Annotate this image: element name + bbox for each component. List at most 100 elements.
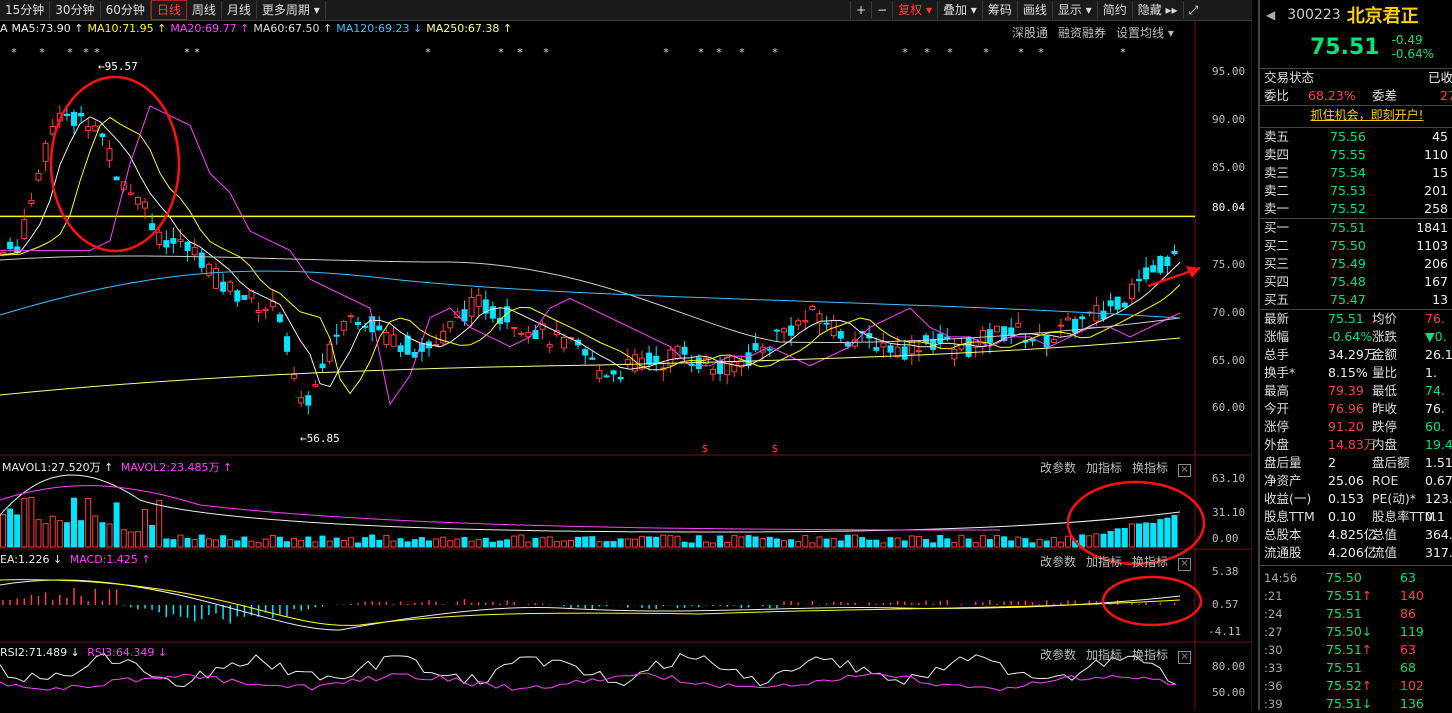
stat-row: 今开 76.96 昨收 76. <box>1260 400 1452 418</box>
candle-body <box>603 375 610 378</box>
dea-line <box>0 579 1181 626</box>
level-price: 75.51 <box>1330 220 1366 235</box>
level-label: 买二 <box>1264 238 1290 253</box>
candle-body <box>986 329 993 343</box>
candle-body <box>255 309 262 314</box>
candle-body <box>213 268 219 289</box>
volume-bar <box>149 524 156 548</box>
volume-bar <box>1171 514 1178 548</box>
stock-chart[interactable]: * * * * * * * * * * * * * * * * * * * * * * * $ $ <box>0 0 1252 710</box>
candle-body <box>1171 250 1178 255</box>
candle-body <box>312 384 319 387</box>
change-indicator-link[interactable]: 换指标 <box>1132 461 1168 475</box>
volume-bar <box>631 538 638 548</box>
candle-body <box>1157 255 1164 273</box>
close-icon[interactable]: × <box>1178 558 1192 571</box>
volume-axis-label: 63.10 <box>1212 472 1246 485</box>
tick-time: :30 <box>1264 643 1283 657</box>
level-price: 75.49 <box>1330 256 1366 271</box>
add-indicator-link[interactable]: 加指标 <box>1086 555 1122 569</box>
volume-bar <box>326 540 333 548</box>
candle-body <box>14 246 21 254</box>
tick-time: :36 <box>1264 679 1283 693</box>
level-price: 75.50 <box>1330 238 1366 253</box>
stat-value: 75.51 <box>1328 311 1364 326</box>
volume-bar <box>1015 536 1022 548</box>
level-price: 75.48 <box>1330 274 1366 289</box>
change-indicator-link[interactable]: 换指标 <box>1132 555 1168 569</box>
rsi2-line <box>0 652 1177 688</box>
edit-params-link[interactable]: 改参数 <box>1040 555 1076 569</box>
edit-params-link[interactable]: 改参数 <box>1040 461 1076 475</box>
volume-bar <box>802 535 809 548</box>
candle-body <box>752 343 759 351</box>
change-indicator-link[interactable]: 换指标 <box>1132 648 1168 662</box>
stat-label: 内盘 <box>1372 437 1398 452</box>
volume-bar <box>99 522 106 548</box>
volume-bar <box>440 536 447 548</box>
volume-bar <box>1036 538 1043 548</box>
stat-label: 盘后量 <box>1264 455 1302 470</box>
change-pct: -0.64% <box>1391 47 1435 61</box>
edit-params-link[interactable]: 改参数 <box>1040 648 1076 662</box>
star-marker: * <box>184 46 190 59</box>
stat-value: 1.51 <box>1425 455 1452 470</box>
stat-label: 总手 <box>1264 347 1290 362</box>
candle-body <box>284 336 290 352</box>
stat-value: 79.39 <box>1328 383 1364 398</box>
price-axis-label: 60.00 <box>1212 401 1246 414</box>
stat-row: 收益(一) 0.153 PE(动)* 123. <box>1260 490 1452 508</box>
close-icon[interactable]: × <box>1178 464 1192 477</box>
back-arrow-icon[interactable]: ◀ <box>1266 8 1275 22</box>
stat-value: 26.18 <box>1425 347 1452 362</box>
add-indicator-link[interactable]: 加指标 <box>1086 461 1122 475</box>
volume-bar <box>404 541 411 548</box>
volume-bar <box>447 540 454 548</box>
volume-bar <box>234 540 241 548</box>
volume-bar <box>1100 533 1107 548</box>
candle-body <box>262 308 269 312</box>
tick-price: 75.50 <box>1326 570 1362 585</box>
volume-bar <box>312 541 319 548</box>
volume-bar <box>781 540 787 548</box>
candle-body <box>994 325 1000 333</box>
stat-value: 74. <box>1425 383 1445 398</box>
volume-bar <box>213 539 219 548</box>
dea-label: EA:1.226 ↓ <box>0 553 63 566</box>
candle-body <box>28 200 35 204</box>
star-marker: * <box>498 46 504 59</box>
candle-body <box>951 349 958 360</box>
volume-bar <box>248 540 255 548</box>
volume-bar <box>42 523 49 548</box>
volume-bar <box>1065 535 1071 548</box>
price-axis-label: 95.00 <box>1212 65 1246 78</box>
star-marker: * <box>83 46 89 59</box>
level-volume: 258 <box>1424 201 1448 216</box>
level-label: 买四 <box>1264 274 1290 289</box>
add-indicator-link[interactable]: 加指标 <box>1086 648 1122 662</box>
low-annotation: ←56.85 <box>300 432 340 445</box>
volume-bar <box>497 540 503 548</box>
volume-bar <box>63 522 70 548</box>
open-account-link[interactable]: 抓住机会，即刻开户! <box>1311 108 1424 122</box>
level-label: 买三 <box>1264 256 1290 271</box>
close-icon[interactable]: × <box>1178 651 1192 664</box>
candle-body <box>305 395 312 406</box>
volume-bar <box>873 539 880 548</box>
macd-axis-label: 5.38 <box>1212 565 1239 578</box>
volume-bar <box>262 538 269 548</box>
tick-volume: 68 <box>1400 660 1416 675</box>
order-book-row: 卖三 75.54 15 <box>1260 164 1452 182</box>
rsi-axis-label: 80.00 <box>1212 660 1246 673</box>
volume-title: MAVOL1:27.520万 ↑ MAVOL2:23.485万 ↑ <box>0 459 232 475</box>
tick-row: :27 75.50↓ 119 <box>1260 623 1452 641</box>
candle-body <box>745 352 752 366</box>
volume-bar <box>660 534 667 548</box>
stat-value: 0.1 <box>1425 509 1445 524</box>
stat-value: 2 <box>1328 455 1336 470</box>
stat-value: 25.06 <box>1328 473 1364 488</box>
volume-bar <box>0 513 6 548</box>
volume-bar <box>667 535 674 548</box>
tick-volume: 63 <box>1400 570 1416 585</box>
stat-row: 股息TTM 0.10 股息率TTM 0.1 <box>1260 508 1452 526</box>
